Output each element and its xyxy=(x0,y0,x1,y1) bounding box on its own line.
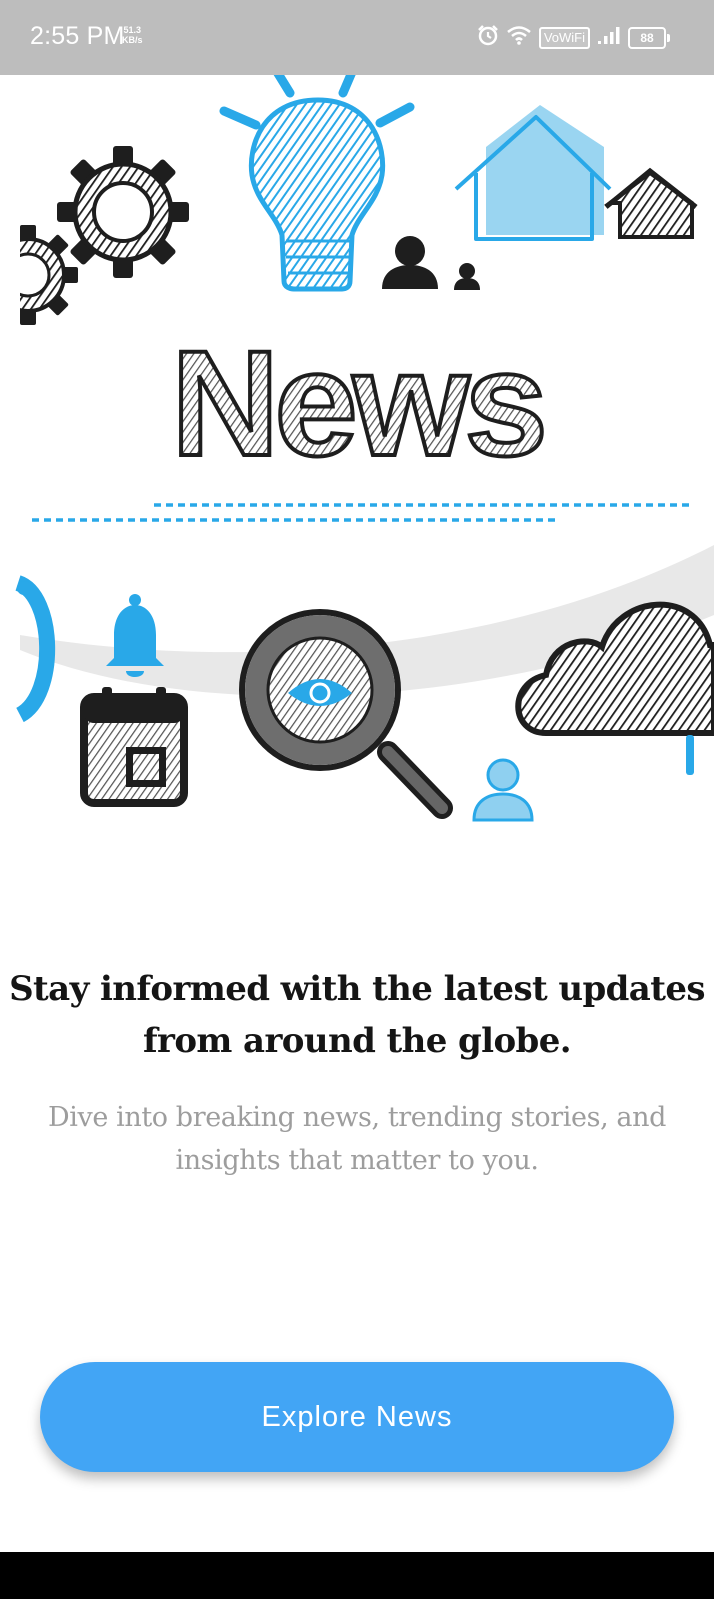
network-speed: 51.3 KB/s xyxy=(122,25,143,45)
headline: Stay informed with the latest updates fr… xyxy=(9,969,705,1061)
gear-icon xyxy=(0,215,78,335)
home-icon xyxy=(604,167,698,239)
bell-icon xyxy=(106,594,164,677)
dashed-divider xyxy=(32,503,690,522)
explore-news-button[interactable]: Explore News xyxy=(40,1362,674,1472)
navigation-bar xyxy=(0,1552,714,1599)
lightbulb-icon xyxy=(219,75,415,292)
status-icons: VoWiFi 88 xyxy=(477,24,670,51)
wifi-icon xyxy=(507,25,531,50)
hero-illustration: News xyxy=(0,75,714,905)
calendar-icon xyxy=(80,687,188,807)
hero-title: News xyxy=(171,319,543,487)
subtitle: Dive into breaking news, trending storie… xyxy=(48,1102,666,1176)
vowifi-badge: VoWiFi xyxy=(538,26,590,49)
person-icon xyxy=(382,236,438,289)
status-bar: 2:55 PM 51.3 KB/s VoWiFi 88 xyxy=(0,0,714,75)
person-icon xyxy=(472,758,534,822)
alarm-icon xyxy=(477,24,499,51)
network-speed-unit: KB/s xyxy=(122,35,143,45)
home-icon xyxy=(454,105,612,241)
network-speed-value: 51.3 xyxy=(123,25,142,35)
person-icon xyxy=(454,263,480,290)
gear-icon xyxy=(57,146,189,278)
signal-icon xyxy=(598,26,620,49)
battery-icon: 88 xyxy=(628,26,670,49)
status-time: 2:55 PM xyxy=(30,22,125,50)
